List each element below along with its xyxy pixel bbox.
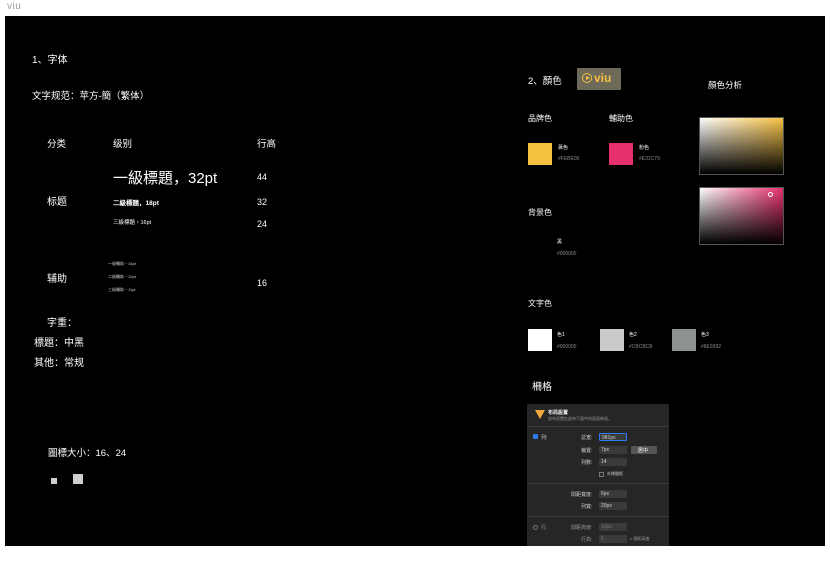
text-color-3-hex: #8E9392: [701, 344, 722, 350]
gutter-width-input[interactable]: 6px: [599, 490, 627, 498]
text-color-3-name: 色3: [701, 332, 709, 338]
total-width-input[interactable]: 981px: [599, 433, 627, 441]
columns-label: 列:: [541, 435, 548, 441]
total-width-value: 981px: [602, 435, 616, 441]
layout-settings-panel: 布局設置 該布設置在這布下面中的頁面佈局。 列: 总宽: 981px 偏置: 7…: [527, 404, 669, 546]
background-color-label: 背景色: [528, 208, 552, 217]
center-button-label: 居中: [638, 448, 649, 454]
column-header-level: 级别: [113, 139, 133, 150]
pink-gradient-preview: [699, 187, 784, 245]
row-gutter-value: 10px: [601, 524, 612, 530]
weight-heading: 字重：: [47, 318, 77, 329]
text-color-1-hex: #000000: [557, 344, 577, 350]
rows-label: 行:: [541, 525, 548, 531]
sketch-diamond-icon: [535, 410, 545, 419]
outer-gutter-checkbox[interactable]: [599, 472, 604, 477]
aux-color-label: 輔助色: [609, 114, 633, 123]
text-color-2-hex: #CBCBCB: [629, 344, 653, 350]
columns-checkbox[interactable]: [533, 434, 538, 439]
title-level-2-line-height: 32: [257, 197, 268, 207]
column-width-label: 列寬:: [581, 504, 593, 510]
weight-other: 其他：常规: [34, 358, 84, 369]
column-count-value: 14: [601, 459, 607, 465]
viu-logo-text: viu: [594, 71, 612, 85]
yellow-gradient-preview: [699, 117, 784, 175]
column-count-input[interactable]: 14: [599, 458, 627, 466]
category-title: 标题: [47, 197, 67, 208]
aux-color-hex: #E31C79: [639, 156, 660, 162]
total-width-label: 总宽:: [581, 435, 593, 441]
icon-size-label: 圖標大小：16、24: [48, 448, 127, 459]
column-header-category: 分类: [47, 139, 67, 150]
aux-level-3: 三級輔助・11pt: [108, 287, 136, 292]
title-level-1: 一級標題，32pt: [113, 170, 218, 187]
grid-section-heading: 柵格: [532, 382, 552, 393]
background-color-name: 黑: [557, 239, 563, 245]
icon-size-16-sample: [51, 478, 57, 484]
text-color-3-swatch: [672, 329, 696, 351]
aux-color-swatch: [609, 143, 633, 165]
brand-color-name: 黃色: [558, 145, 569, 151]
font-spec-text: 文字规范：苹方-簡（繁体）: [32, 91, 150, 102]
aux-level-2: 二級輔助・12pt: [108, 274, 136, 279]
offset-value: 7px: [601, 447, 610, 453]
row-height-label: 行高:: [581, 537, 593, 543]
play-icon: [582, 73, 592, 83]
title-level-1-line-height: 44: [257, 172, 268, 182]
rows-checkbox[interactable]: [533, 525, 538, 530]
text-color-2-swatch: [600, 329, 624, 351]
brand-color-hex: #FEBE00: [558, 156, 580, 162]
aux-level-1: 一級輔助・14pt: [108, 261, 136, 266]
row-height-input[interactable]: 5: [599, 535, 627, 543]
design-spec-board: 1、字体 文字规范：苹方-簡（繁体） 分类 级别 行高 标题 一級標題，32pt…: [5, 16, 825, 546]
panel-title: 布局設置: [548, 410, 569, 416]
brand-color-swatch: [528, 143, 552, 165]
title-level-3: 三級標題・16pt: [113, 220, 152, 226]
viu-logo: viu: [577, 68, 621, 90]
text-color-2-name: 色2: [629, 332, 637, 338]
icon-size-24-sample: [73, 474, 83, 484]
color-analysis-heading: 顏色分析: [708, 80, 743, 90]
window-titlebar: viu: [0, 0, 830, 16]
center-button[interactable]: 居中: [631, 446, 657, 454]
column-header-line-height: 行高: [257, 139, 277, 150]
title-level-2: 二級標題，18pt: [113, 200, 159, 207]
gutter-width-value: 6px: [601, 491, 610, 497]
panel-divider: [527, 426, 669, 427]
outer-gutter-label: 外側間距: [607, 471, 623, 476]
column-count-label: 列數:: [581, 460, 593, 466]
panel-divider-3: [527, 516, 669, 517]
column-width-input[interactable]: 20px: [599, 502, 627, 510]
gutter-width-label: 間距寬度:: [571, 492, 593, 498]
text-color-label: 文字色: [528, 299, 552, 308]
aux-color-name: 粉色: [639, 145, 650, 151]
row-height-suffix: × 間距高度: [630, 536, 650, 541]
color-picker-handle[interactable]: [768, 192, 773, 197]
font-section-heading: 1、字体: [32, 55, 68, 66]
background-color-hex: #000000: [557, 251, 577, 257]
row-gutter-input[interactable]: 10px: [599, 523, 627, 531]
text-color-1-name: 色1: [557, 332, 565, 338]
panel-divider-2: [527, 483, 669, 484]
offset-input[interactable]: 7px: [599, 446, 627, 454]
column-width-value: 20px: [601, 503, 612, 509]
panel-subtitle: 該布設置在這布下面中的頁面佈局。: [548, 416, 612, 421]
offset-label: 偏置:: [581, 448, 593, 454]
window-title: viu: [7, 1, 22, 12]
row-gutter-label: 間距高度:: [571, 525, 593, 531]
text-color-1-swatch: [528, 329, 552, 351]
aux-line-height: 16: [257, 278, 268, 288]
weight-title: 標題：中黑: [34, 338, 84, 349]
category-auxiliary: 辅助: [47, 274, 67, 285]
brand-color-label: 品牌色: [528, 114, 552, 123]
color-section-heading: 2、顏色: [528, 76, 562, 87]
row-height-value: 5: [601, 536, 604, 542]
title-level-3-line-height: 24: [257, 219, 268, 229]
